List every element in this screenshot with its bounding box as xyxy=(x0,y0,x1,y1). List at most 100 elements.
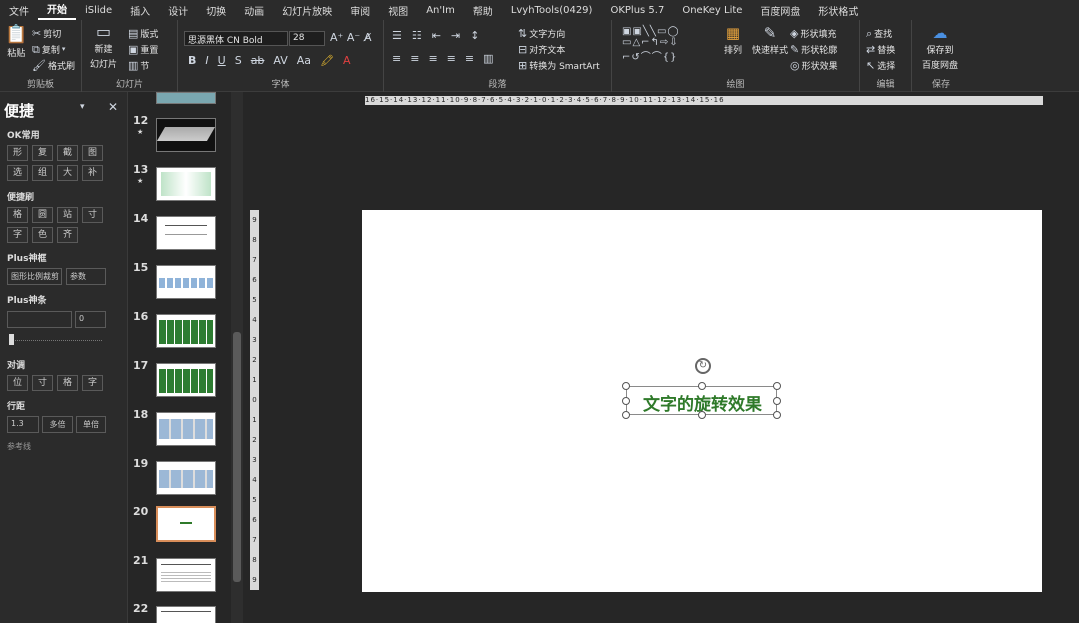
font-grow-shrink[interactable]: A⁺ A⁻ xyxy=(330,32,360,43)
underline-icon[interactable]: U xyxy=(218,55,226,66)
shape-effects-button[interactable]: ◎ 形状效果 xyxy=(790,59,838,72)
plus-bar-input[interactable] xyxy=(7,311,72,328)
select-button[interactable]: ↖ 选择 xyxy=(866,59,895,72)
slider-thumb[interactable] xyxy=(9,334,14,345)
tab-baidu[interactable]: 百度网盘 xyxy=(751,3,809,18)
layout-button[interactable]: ▤ 版式 xyxy=(128,27,158,40)
line-spacing-icon[interactable]: ↕ xyxy=(470,30,479,41)
resize-handle-b[interactable] xyxy=(698,411,706,419)
tab-islide[interactable]: iSlide xyxy=(76,5,121,16)
guides-link[interactable]: 参考线 xyxy=(7,441,31,452)
resize-handle-l[interactable] xyxy=(622,397,630,405)
tab-home[interactable]: 开始 xyxy=(38,1,76,20)
pane-btn-inch[interactable]: 寸 xyxy=(82,207,103,223)
font-color-icon[interactable]: A xyxy=(343,55,351,66)
replace-button[interactable]: ⇄ 替换 xyxy=(866,43,895,56)
tab-help[interactable]: 帮助 xyxy=(464,3,502,18)
swap-btn-position[interactable]: 位 xyxy=(7,375,28,391)
thumb-slide-15[interactable] xyxy=(156,265,216,299)
align-buttons[interactable]: ≡ ≡ ≡ ≡ ≡ ▥ xyxy=(392,53,494,64)
spacing-icon[interactable]: AV xyxy=(273,55,287,66)
tab-design[interactable]: 设计 xyxy=(159,3,197,18)
numbering-icon[interactable]: ☷ xyxy=(412,30,422,41)
thumb-slide-21[interactable] xyxy=(156,558,216,592)
thumb-slide-14[interactable] xyxy=(156,216,216,250)
resize-handle-bl[interactable] xyxy=(622,411,630,419)
single-button[interactable]: 单倍 xyxy=(76,416,106,433)
swap-btn-size[interactable]: 寸 xyxy=(32,375,53,391)
tab-okplus[interactable]: OKPlus 5.7 xyxy=(601,5,673,16)
align-text-button[interactable]: ⊟ 对齐文本 xyxy=(518,43,565,56)
thumb-slide-12[interactable] xyxy=(156,118,216,152)
resize-handle-tr[interactable] xyxy=(773,382,781,390)
change-case-button[interactable]: Aa xyxy=(297,55,311,66)
tab-animations[interactable]: 动画 xyxy=(235,3,273,18)
close-icon[interactable]: ✕ xyxy=(108,101,118,113)
align-right-icon[interactable]: ≡ xyxy=(428,53,437,64)
resize-handle-br[interactable] xyxy=(773,411,781,419)
distributed-icon[interactable]: ≡ xyxy=(465,53,474,64)
tab-transitions[interactable]: 切换 xyxy=(197,3,235,18)
tab-insert[interactable]: 插入 xyxy=(121,3,159,18)
justify-icon[interactable]: ≡ xyxy=(447,53,456,64)
tab-shape-format[interactable]: 形状格式 xyxy=(809,3,867,18)
swap-btn-text[interactable]: 字 xyxy=(82,375,103,391)
thumb-slide-16[interactable] xyxy=(156,314,216,348)
spacing-slider-track[interactable] xyxy=(10,340,102,341)
tab-file[interactable]: 文件 xyxy=(0,3,38,18)
plus-bar-value[interactable]: 0 xyxy=(75,311,106,328)
tab-lvyhtools[interactable]: LvyhTools(0429) xyxy=(502,5,602,16)
thumbnail-scrollbar[interactable] xyxy=(231,92,243,623)
reset-button[interactable]: ▣ 重置 xyxy=(128,43,158,56)
list-buttons[interactable]: ☰ ☷ ⇤ ⇥ ↕ xyxy=(392,30,479,41)
pane-menu-icon[interactable]: ▾ xyxy=(80,103,85,112)
font-name-select[interactable]: 思源黑体 CN Bold xyxy=(184,31,288,46)
tab-slideshow[interactable]: 幻灯片放映 xyxy=(273,3,341,18)
resize-handle-tl[interactable] xyxy=(622,382,630,390)
pane-btn-char[interactable]: 字 xyxy=(7,227,28,243)
rotate-handle-icon[interactable]: ↻ xyxy=(695,358,711,374)
cut-button[interactable]: ✂ 剪切 xyxy=(32,27,61,40)
clear-format-button[interactable]: A̸ xyxy=(364,32,372,43)
pane-btn-align[interactable]: 齐 xyxy=(57,227,78,243)
indent-increase-icon[interactable]: ⇥ xyxy=(451,30,460,41)
thumb-partial[interactable] xyxy=(156,92,216,104)
smartart-button[interactable]: ⊞ 转换为 SmartArt xyxy=(518,59,600,72)
text-direction-button[interactable]: ⇅ 文字方向 xyxy=(518,27,565,40)
pane-btn-fill[interactable]: 补 xyxy=(82,165,103,181)
swap-btn-format[interactable]: 格 xyxy=(57,375,78,391)
copy-button[interactable]: ⧉ 复制 ▾ xyxy=(32,43,65,56)
pane-btn-select[interactable]: 选 xyxy=(7,165,28,181)
pane-btn-crop[interactable]: 截 xyxy=(57,145,78,161)
scrollbar-thumb[interactable] xyxy=(233,332,241,582)
shadow-icon[interactable]: S xyxy=(235,55,242,66)
resize-handle-r[interactable] xyxy=(773,397,781,405)
indent-decrease-icon[interactable]: ⇤ xyxy=(432,30,441,41)
line-spacing-input[interactable]: 1.3 xyxy=(7,416,39,433)
new-slide-button[interactable]: ▭ 新建 幻灯片 xyxy=(90,24,117,71)
shape-outline-button[interactable]: ✎ 形状轮廓 xyxy=(790,43,837,56)
pane-btn-round[interactable]: 圆 xyxy=(32,207,53,223)
ratio-crop-button[interactable]: 图形比例裁剪 xyxy=(7,268,62,285)
pane-btn-color[interactable]: 色 xyxy=(32,227,53,243)
multiple-button[interactable]: 多倍 xyxy=(42,416,73,433)
font-style-buttons[interactable]: B I U S ab AV Aa 🖍 A xyxy=(188,55,351,66)
quick-styles-button[interactable]: ✎ 快速样式 xyxy=(752,26,788,57)
arrange-button[interactable]: ▦ 排列 xyxy=(724,26,742,57)
font-size-select[interactable]: 28 xyxy=(289,31,325,46)
thumb-slide-18[interactable] xyxy=(156,412,216,446)
pane-btn-image[interactable]: 图 xyxy=(82,145,103,161)
param-input[interactable]: 参数 xyxy=(66,268,106,285)
save-to-baidu-button[interactable]: ☁ 保存到 百度网盘 xyxy=(922,26,958,72)
thumb-slide-19[interactable] xyxy=(156,461,216,495)
pane-btn-copy[interactable]: 复 xyxy=(32,145,53,161)
bullets-icon[interactable]: ☰ xyxy=(392,30,402,41)
slide-canvas[interactable]: 文字的旋转效果 ↻ xyxy=(362,210,1042,592)
thumb-slide-20-selected[interactable] xyxy=(156,506,216,542)
shapes-gallery[interactable]: ▣▣╲╲▭◯ ▭△⌐↰⇨⇩ ⌐↺⌒⌒{} xyxy=(622,26,680,63)
thumb-slide-17[interactable] xyxy=(156,363,216,397)
align-center-icon[interactable]: ≡ xyxy=(410,53,419,64)
columns-icon[interactable]: ▥ xyxy=(483,53,493,64)
pane-btn-format[interactable]: 格 xyxy=(7,207,28,223)
tab-onekey[interactable]: OneKey Lite xyxy=(673,5,751,16)
